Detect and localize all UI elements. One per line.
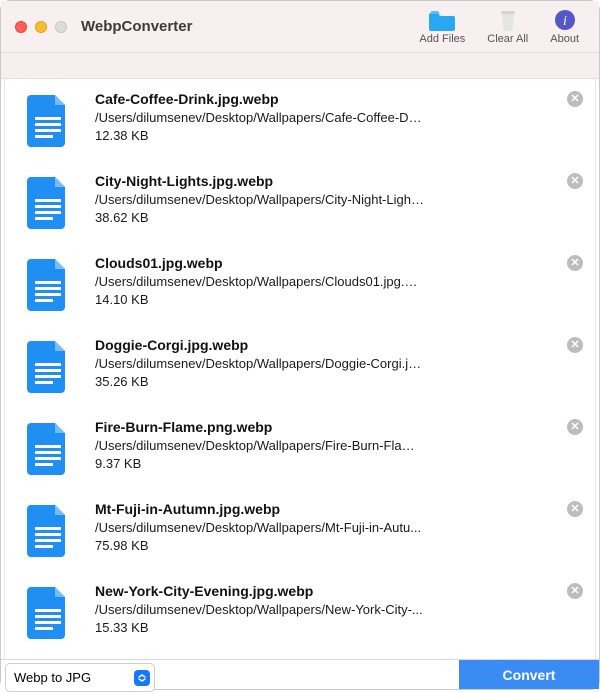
file-row[interactable]: Fire-Burn-Flame.png.webp /Users/dilumsen… — [5, 407, 595, 489]
remove-file-button[interactable]: ✕ — [567, 255, 583, 271]
file-path: /Users/dilumsenev/Desktop/Wallpapers/Caf… — [95, 110, 425, 125]
remove-file-button[interactable]: ✕ — [567, 173, 583, 189]
svg-text:i: i — [563, 14, 567, 29]
close-icon: ✕ — [570, 504, 579, 515]
close-icon: ✕ — [570, 340, 579, 351]
file-name: Fire-Burn-Flame.png.webp — [95, 419, 583, 435]
document-icon — [25, 587, 71, 639]
add-files-label: Add Files — [419, 33, 465, 45]
file-path: /Users/dilumsenev/Desktop/Wallpapers/Clo… — [95, 274, 425, 289]
document-icon — [25, 505, 71, 557]
document-icon — [25, 259, 71, 311]
document-icon — [25, 423, 71, 475]
info-icon: i — [552, 9, 578, 31]
file-path: /Users/dilumsenev/Desktop/Wallpapers/Cit… — [95, 192, 425, 207]
app-title: WebpConverter — [81, 18, 192, 35]
file-name: City-Night-Lights.jpg.webp — [95, 173, 583, 189]
file-row[interactable]: City-Night-Lights.jpg.webp /Users/dilums… — [5, 161, 595, 243]
close-icon: ✕ — [570, 94, 579, 105]
file-size: 12.38 KB — [95, 128, 583, 143]
window-controls — [15, 21, 67, 33]
clear-all-button[interactable]: Clear All — [487, 9, 528, 45]
about-button[interactable]: i About — [550, 9, 579, 45]
convert-button[interactable]: Convert — [459, 660, 599, 689]
close-icon: ✕ — [570, 586, 579, 597]
minimize-window-button[interactable] — [35, 21, 47, 33]
file-info: New-York-City-Evening.jpg.webp /Users/di… — [95, 583, 583, 635]
close-icon: ✕ — [570, 176, 579, 187]
maximize-window-button — [55, 21, 67, 33]
file-size: 75.98 KB — [95, 538, 583, 553]
footer: Webp to JPG Convert — [1, 659, 599, 689]
file-path: /Users/dilumsenev/Desktop/Wallpapers/Dog… — [95, 356, 425, 371]
about-label: About — [550, 33, 579, 45]
remove-file-button[interactable]: ✕ — [567, 501, 583, 517]
file-size: 35.26 KB — [95, 374, 583, 389]
file-row[interactable]: Doggie-Corgi.jpg.webp /Users/dilumsenev/… — [5, 325, 595, 407]
header-strip — [1, 53, 599, 79]
document-icon — [25, 177, 71, 229]
format-selected-label: Webp to JPG — [14, 670, 91, 685]
file-size: 9.37 KB — [95, 456, 583, 471]
remove-file-button[interactable]: ✕ — [567, 419, 583, 435]
file-info: Doggie-Corgi.jpg.webp /Users/dilumsenev/… — [95, 337, 583, 389]
close-icon: ✕ — [570, 422, 579, 433]
titlebar: WebpConverter Add Files Clear All i Abou… — [1, 1, 599, 53]
file-row[interactable]: Cafe-Coffee-Drink.jpg.webp /Users/dilums… — [5, 79, 595, 161]
file-name: New-York-City-Evening.jpg.webp — [95, 583, 583, 599]
file-row[interactable]: Clouds01.jpg.webp /Users/dilumsenev/Desk… — [5, 243, 595, 325]
trash-icon — [495, 9, 521, 31]
remove-file-button[interactable]: ✕ — [567, 337, 583, 353]
remove-file-button[interactable]: ✕ — [567, 91, 583, 107]
folder-icon — [429, 9, 455, 31]
file-info: Fire-Burn-Flame.png.webp /Users/dilumsen… — [95, 419, 583, 471]
file-info: Cafe-Coffee-Drink.jpg.webp /Users/dilums… — [95, 91, 583, 143]
format-select[interactable]: Webp to JPG — [5, 663, 155, 692]
file-size: 14.10 KB — [95, 292, 583, 307]
file-path: /Users/dilumsenev/Desktop/Wallpapers/Mt-… — [95, 520, 425, 535]
file-info: Clouds01.jpg.webp /Users/dilumsenev/Desk… — [95, 255, 583, 307]
remove-file-button[interactable]: ✕ — [567, 583, 583, 599]
file-row[interactable]: Mt-Fuji-in-Autumn.jpg.webp /Users/dilums… — [5, 489, 595, 571]
add-files-button[interactable]: Add Files — [419, 9, 465, 45]
file-info: Mt-Fuji-in-Autumn.jpg.webp /Users/dilums… — [95, 501, 583, 553]
file-name: Cafe-Coffee-Drink.jpg.webp — [95, 91, 583, 107]
document-icon — [25, 341, 71, 393]
file-name: Mt-Fuji-in-Autumn.jpg.webp — [95, 501, 583, 517]
file-path: /Users/dilumsenev/Desktop/Wallpapers/Fir… — [95, 438, 425, 453]
convert-label: Convert — [503, 667, 556, 683]
file-list: Cafe-Coffee-Drink.jpg.webp /Users/dilums… — [4, 79, 596, 659]
file-path: /Users/dilumsenev/Desktop/Wallpapers/New… — [95, 602, 425, 617]
chevron-up-down-icon — [134, 670, 150, 686]
file-size: 15.33 KB — [95, 620, 583, 635]
toolbar: Add Files Clear All i About — [419, 9, 585, 45]
clear-all-label: Clear All — [487, 33, 528, 45]
file-row[interactable]: New-York-City-Evening.jpg.webp /Users/di… — [5, 571, 595, 653]
document-icon — [25, 95, 71, 147]
file-size: 38.62 KB — [95, 210, 583, 225]
file-name: Clouds01.jpg.webp — [95, 255, 583, 271]
close-icon: ✕ — [570, 258, 579, 269]
close-window-button[interactable] — [15, 21, 27, 33]
file-info: City-Night-Lights.jpg.webp /Users/dilums… — [95, 173, 583, 225]
file-name: Doggie-Corgi.jpg.webp — [95, 337, 583, 353]
